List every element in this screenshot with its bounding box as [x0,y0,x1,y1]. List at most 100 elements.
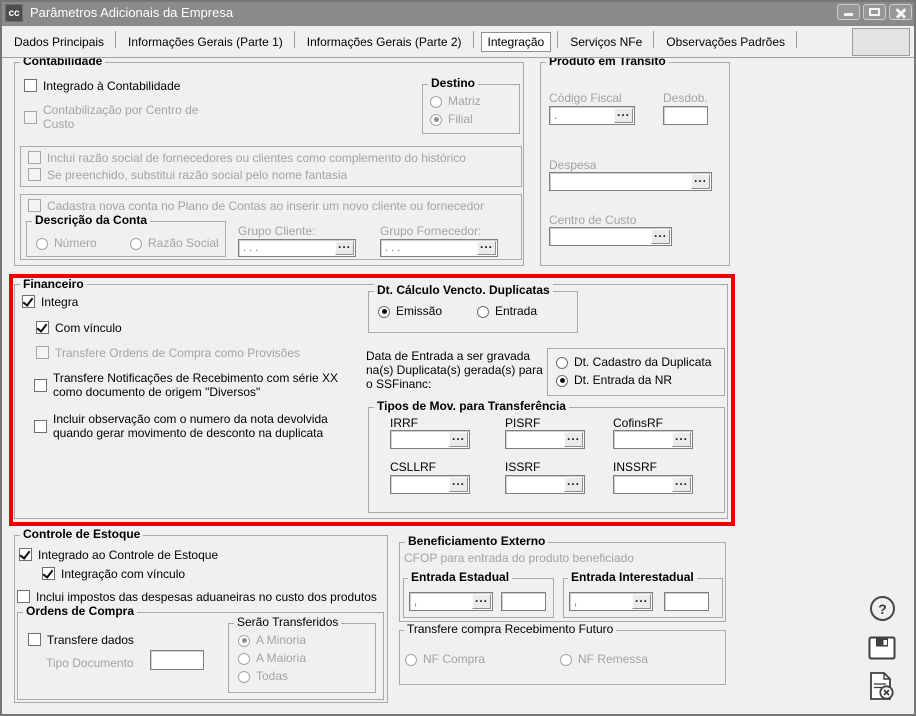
radio-label: Filial [448,113,473,126]
group-serao-transferidos-title: Serão Transferidos [234,616,341,629]
group-transfere-compra-title: Transfere compra Recebimento Futuro [404,623,616,636]
codigo-fiscal-field[interactable]: . [549,106,635,125]
checkbox-inclui-impostos[interactable]: Inclui impostos das despesas aduaneiras … [17,590,385,604]
radio-icon [556,357,568,369]
checkbox-transfere-notificacoes[interactable]: Transfere Notificações de Recebimento co… [34,371,356,399]
field-value: , [414,596,417,608]
checkbox-icon [24,79,37,92]
radio-icon [36,238,48,250]
checkbox-incluir-observacao[interactable]: Incluir observação com o numero da nota … [34,412,356,440]
minimize-button[interactable] [837,4,860,20]
checkbox-integrado-contabilidade[interactable]: Integrado à Contabilidade [24,79,244,93]
ellipsis-button[interactable] [672,432,691,447]
tipo-documento-field[interactable] [150,650,204,670]
radio-icon [477,306,489,318]
despesa-label: Despesa [549,158,596,172]
checkbox-transfere-ordens-compra: Transfere Ordens de Compra como Provisõe… [36,346,356,360]
entrada-interestadual-field[interactable]: , [569,592,653,611]
radio-icon [430,114,442,126]
tabbar-corner-panel [852,28,910,56]
grupo-fornecedor-field[interactable]: . . . [380,239,498,257]
help-button[interactable]: ? [870,596,895,621]
checkbox-label: Integrado ao Controle de Estoque [38,548,218,562]
question-mark-icon: ? [878,601,887,617]
cofinsrf-field[interactable] [613,430,693,449]
grupo-cliente-field[interactable]: . . . [238,239,356,257]
entrada-interestadual-extra-field[interactable] [664,592,709,611]
checkbox-contabilizacao-centro-custo: Contabilização por Centro de Custo [24,103,209,131]
group-entrada-estadual-title: Entrada Estadual [408,571,512,584]
radio-label: NF Compra [423,653,485,666]
tipo-documento-label: Tipo Documento [46,656,134,670]
centro-custo-field[interactable] [549,227,672,246]
checkbox-label: Integrado à Contabilidade [43,79,180,93]
despesa-field[interactable] [549,172,712,191]
ellipsis-button[interactable] [477,241,496,255]
ellipsis-button[interactable] [651,229,670,244]
entrada-estadual-extra-field[interactable] [501,592,546,611]
ellipsis-button[interactable] [691,174,710,189]
checkbox-label: Integra [41,295,78,309]
tab-observacoes-padroes[interactable]: Observações Padrões [654,26,797,57]
close-button[interactable] [889,4,912,20]
ellipsis-button[interactable] [449,477,468,492]
data-entrada-label: Data de Entrada a ser gravada na(s) Dupl… [366,349,548,391]
checkbox-icon [22,295,35,308]
group-descricao-conta-title: Descrição da Conta [32,214,150,227]
radio-icon [556,375,568,387]
irrf-field[interactable] [390,430,470,449]
tab-integracao[interactable]: Integração [474,26,559,57]
radio-a-minoria: A Minoria [238,634,306,647]
cancel-document-button[interactable] [866,671,896,701]
minimize-icon [844,13,853,16]
checkbox-label: Transfere Ordens de Compra como Provisõe… [55,346,300,360]
tab-dados-principais[interactable]: Dados Principais [2,26,116,57]
group-destino-title: Destino [428,77,478,90]
radio-dt-cadastro-duplicata[interactable]: Dt. Cadastro da Duplicata [556,356,711,369]
checkbox-com-vinculo[interactable]: Com vínculo [36,321,196,335]
tab-servicos-nfe[interactable]: Serviços NFe [558,26,654,57]
ellipsis-button[interactable] [564,432,583,447]
radio-numero: Número [36,237,97,250]
radio-entrada[interactable]: Entrada [477,305,537,318]
radio-icon [560,654,572,666]
radio-dt-entrada-nr[interactable]: Dt. Entrada da NR [556,374,672,387]
checkbox-transfere-dados[interactable]: Transfere dados [28,633,168,647]
issrf-field[interactable] [505,475,585,494]
ellipsis-button[interactable] [564,477,583,492]
checkbox-icon [36,346,49,359]
radio-icon [238,671,250,683]
inssrf-field[interactable] [613,475,693,494]
checkbox-integrado-estoque[interactable]: Integrado ao Controle de Estoque [19,548,279,562]
checkbox-integracao-vinculo[interactable]: Integração com vínculo [42,567,242,581]
window-controls [837,4,912,20]
ellipsis-button[interactable] [335,241,354,255]
ellipsis-button[interactable] [449,432,468,447]
tab-informacoes-gerais-2[interactable]: Informações Gerais (Parte 2) [295,26,474,57]
grupo-cliente-label: Grupo Cliente: [238,224,315,238]
radio-icon [405,654,417,666]
ellipsis-button[interactable] [614,108,633,123]
field-value: . . . [243,242,258,254]
checkbox-icon [17,590,30,603]
tab-informacoes-gerais-1[interactable]: Informações Gerais (Parte 1) [116,26,295,57]
ellipsis-button[interactable] [632,594,651,609]
checkbox-label: Inclui razão social de fornecedores ou c… [47,151,466,165]
pisrf-field[interactable] [505,430,585,449]
ellipsis-button[interactable] [672,477,691,492]
csllrf-field[interactable] [390,475,470,494]
desdob-field[interactable] [663,106,708,125]
checkbox-label: Com vínculo [55,321,122,335]
radio-emissao[interactable]: Emissão [378,305,442,318]
app-icon: cc [5,4,23,22]
checkbox-integra[interactable]: Integra [22,295,132,309]
inssrf-label: INSSRF [613,460,657,474]
centro-custo-label: Centro de Custo [549,213,636,227]
entrada-estadual-field[interactable]: , [409,592,493,611]
checkbox-icon [34,379,47,392]
ellipsis-button[interactable] [472,594,491,609]
maximize-button[interactable] [863,4,886,20]
group-controle-estoque-title: Controle de Estoque [20,528,143,541]
radio-label: Matriz [448,95,481,108]
save-button[interactable] [868,636,896,660]
